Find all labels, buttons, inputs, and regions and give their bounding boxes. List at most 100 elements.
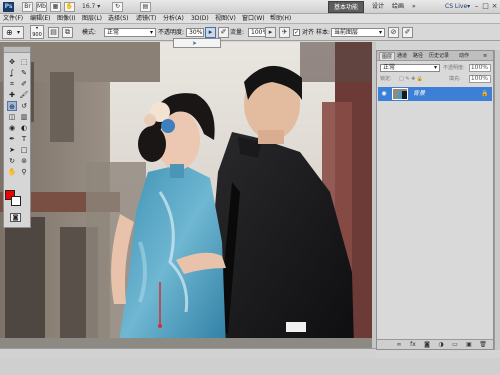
layers-panel: 图层 通道 路径 历史记录 动作 ≡ 正常 ▾ 不透明度: 100% 锁定: □ … xyxy=(376,50,494,350)
minimize-icon[interactable]: – xyxy=(472,2,481,11)
arrange-documents-icon[interactable]: ▤ xyxy=(140,2,151,12)
tab-channels[interactable]: 通道 xyxy=(395,52,409,60)
clone-stamp-icon[interactable]: ⊕ xyxy=(7,101,17,111)
marquee-icon[interactable]: ⬚ xyxy=(19,57,29,67)
background-color-swatch[interactable] xyxy=(11,196,21,206)
mask-icon[interactable]: ◙ xyxy=(423,341,431,349)
zoom-level[interactable]: 16.7 ▾ xyxy=(82,2,110,12)
fill-label: 填充: xyxy=(449,76,461,82)
menu-image[interactable]: 图像(I) xyxy=(57,14,75,24)
brush-icon[interactable]: 🖌 xyxy=(19,90,29,100)
trash-icon[interactable]: 🗑 xyxy=(479,341,487,349)
quick-select-icon[interactable]: ✎ xyxy=(19,68,29,78)
eye-icon[interactable]: ◉ xyxy=(380,90,388,98)
group-icon[interactable]: ▭ xyxy=(451,341,459,349)
link-icon[interactable]: ∞ xyxy=(395,341,403,349)
pressure-opacity-icon[interactable]: ✐ xyxy=(218,27,229,38)
menu-filter[interactable]: 滤镜(T) xyxy=(136,14,156,24)
hand-icon[interactable]: ✋ xyxy=(64,2,75,12)
blend-mode-value: 正常 xyxy=(383,64,396,71)
workspace-design-link[interactable]: 设计 xyxy=(372,1,384,13)
fill-input[interactable]: 100% xyxy=(469,75,491,83)
align-label: 对齐 xyxy=(302,29,315,36)
lasso-icon[interactable]: ʆ xyxy=(7,68,17,78)
tab-history[interactable]: 历史记录 xyxy=(427,52,451,60)
layer-opacity-input[interactable]: 100% xyxy=(469,64,491,72)
menu-edit[interactable]: 编辑(E) xyxy=(30,14,50,24)
healing-icon[interactable]: ✚ xyxy=(7,90,17,100)
new-layer-icon[interactable]: ▣ xyxy=(465,341,473,349)
history-brush-icon[interactable]: ↺ xyxy=(19,101,29,111)
grid-icon[interactable]: ▦ xyxy=(50,2,61,12)
tab-paths[interactable]: 路径 xyxy=(411,52,425,60)
hand-icon[interactable]: ✋ xyxy=(7,167,17,177)
type-icon[interactable]: T xyxy=(19,134,29,144)
tools-panel-header[interactable] xyxy=(4,47,30,53)
sample-select[interactable]: 当前图层 ▾ xyxy=(331,28,385,37)
menu-select[interactable]: 选择(S) xyxy=(108,14,129,24)
pressure-size-icon[interactable]: ✐ xyxy=(402,27,413,38)
workspace-more-link[interactable]: » xyxy=(412,1,416,13)
3d-rotate-icon[interactable]: ↻ xyxy=(7,156,17,166)
rotate-view-icon[interactable]: ↻ xyxy=(112,2,123,12)
menu-layer[interactable]: 图层(L) xyxy=(82,14,102,24)
menu-window[interactable]: 窗口(W) xyxy=(242,14,265,24)
fx-icon[interactable]: fx xyxy=(409,341,417,349)
layer-name[interactable]: 背景 xyxy=(413,87,425,101)
layer-row-background[interactable]: ◉ 背景 🔒 xyxy=(378,87,492,101)
crop-icon[interactable]: ⌗ xyxy=(7,79,17,89)
mode-label: 模式: xyxy=(82,29,97,36)
panel-menu-icon[interactable]: ≡ xyxy=(481,52,489,60)
shape-icon[interactable]: □ xyxy=(19,145,29,155)
menu-help[interactable]: 帮助(H) xyxy=(270,14,291,24)
wedding-photo xyxy=(0,42,372,348)
pen-icon[interactable]: ✒ xyxy=(7,134,17,144)
move-icon[interactable]: ✥ xyxy=(7,57,17,67)
maximize-icon[interactable]: □ xyxy=(481,2,490,11)
menu-file[interactable]: 文件(F) xyxy=(3,14,23,24)
bridge-icon[interactable]: Br xyxy=(22,2,33,12)
sample-label: 样本: xyxy=(316,29,331,36)
workspace-essentials-button[interactable]: 基本功能 xyxy=(328,1,364,13)
adjustment-icon[interactable]: ◑ xyxy=(437,341,445,349)
path-select-icon[interactable]: ➤ xyxy=(7,145,17,155)
3d-camera-icon[interactable]: ⊚ xyxy=(19,156,29,166)
mode-select[interactable]: 正常 ▾ xyxy=(104,28,156,37)
zoom-icon[interactable]: ⚲ xyxy=(19,167,29,177)
quick-mask-icon[interactable]: ◙ xyxy=(10,213,21,222)
ignore-adjustment-layers-icon[interactable]: ⊘ xyxy=(388,27,399,38)
close-icon[interactable]: × xyxy=(490,2,499,11)
opacity-slider-toggle-icon[interactable]: ▸ xyxy=(205,27,216,38)
layers-panel-tabs: 图层 通道 路径 历史记录 动作 ≡ xyxy=(377,51,493,61)
tab-layers[interactable]: 图层 xyxy=(379,52,396,60)
align-checkbox[interactable]: ✓ xyxy=(293,29,300,36)
blend-mode-select[interactable]: 正常 ▾ xyxy=(380,64,440,72)
lock-options-icon[interactable]: □ ✎ ✥ 🔒 xyxy=(399,75,423,83)
opacity-input[interactable]: 30% xyxy=(186,28,204,37)
toggle-brush-panel-icon[interactable]: ▤ xyxy=(48,27,59,38)
dodge-icon[interactable]: ◐ xyxy=(19,123,29,133)
tab-actions[interactable]: 动作 xyxy=(457,52,471,60)
slider-pointer-icon: ➤ xyxy=(192,40,198,47)
layer-thumbnail xyxy=(392,88,408,100)
mini-bridge-icon[interactable]: Mb xyxy=(36,2,47,12)
cs-live-button[interactable]: CS Live▾ xyxy=(445,1,470,13)
brush-preset-picker[interactable]: • 900 xyxy=(30,25,44,39)
gradient-icon[interactable]: ▥ xyxy=(19,112,29,122)
document-canvas[interactable] xyxy=(0,42,372,348)
workspace-painting-link[interactable]: 绘画 xyxy=(392,1,404,13)
tool-preset-picker[interactable]: ⊕ ▾ xyxy=(2,26,24,39)
panel-scrollbar[interactable] xyxy=(494,50,500,350)
flow-slider-toggle-icon[interactable]: ▸ xyxy=(265,27,276,38)
eraser-icon[interactable]: ◫ xyxy=(7,112,17,122)
eyedropper-icon[interactable]: ✐ xyxy=(19,79,29,89)
menu-view[interactable]: 视图(V) xyxy=(215,14,236,24)
blur-icon[interactable]: ◉ xyxy=(7,123,17,133)
toggle-clone-source-icon[interactable]: ⧉ xyxy=(62,27,73,38)
airbrush-icon[interactable]: ✈ xyxy=(279,27,290,38)
menu-analysis[interactable]: 分析(A) xyxy=(163,14,184,24)
opacity-slider-popup[interactable]: ➤ xyxy=(173,38,221,48)
menu-3d[interactable]: 3D(D) xyxy=(191,14,209,24)
chevron-down-icon: ▾ xyxy=(433,64,437,71)
brush-size: 900 xyxy=(32,32,42,38)
